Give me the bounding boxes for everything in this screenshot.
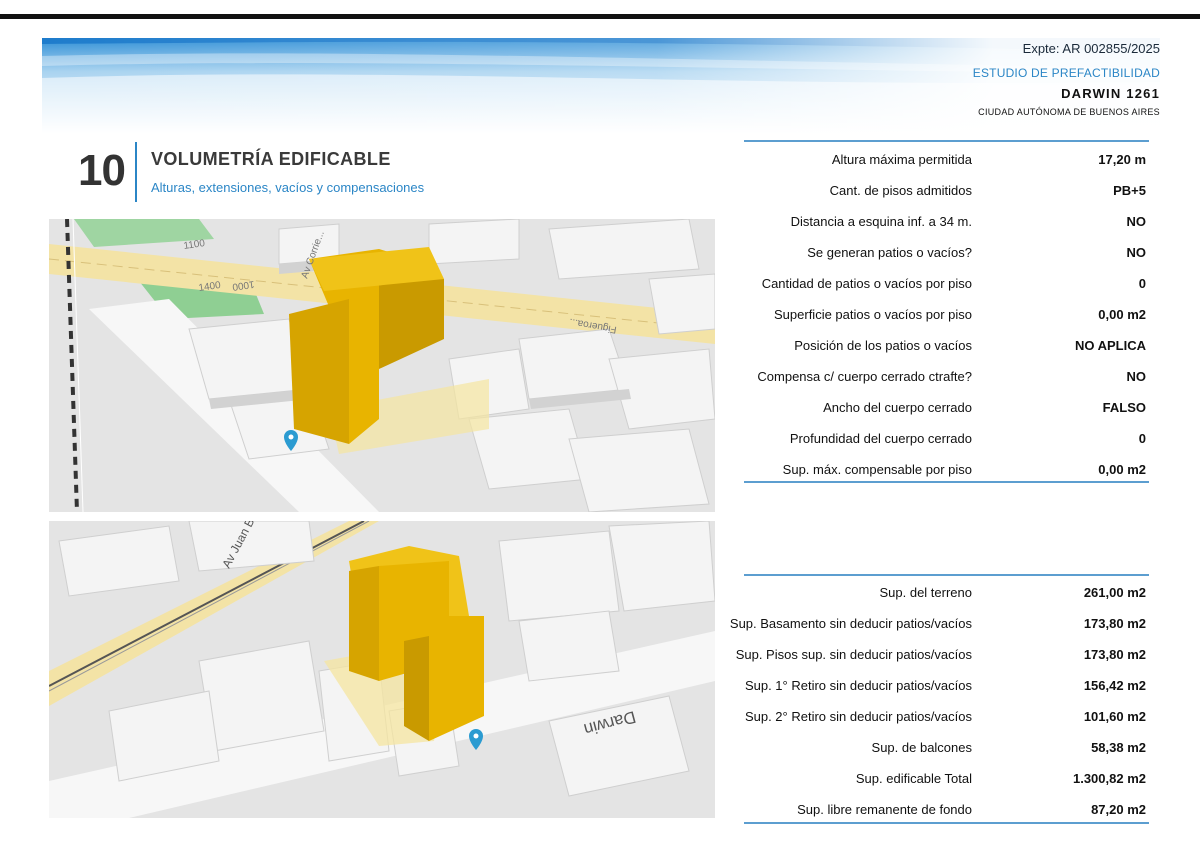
map-3d-view: Av Juan B Justo Darwin	[49, 521, 715, 818]
row-label: Sup. 1° Retiro sin deducir patios/vacíos	[744, 678, 972, 693]
expediente-number: Expte: AR 002855/2025	[1022, 41, 1160, 56]
row-label: Sup. edificable Total	[855, 771, 972, 786]
table-row: Profundidad del cuerpo cerrado 0	[744, 423, 1149, 454]
table-row: Sup. máx. compensable por piso 0,00 m2	[744, 454, 1149, 485]
table-row: Sup. edificable Total 1.300,82 m2	[744, 762, 1149, 793]
table-row: Cantidad de patios o vacíos por piso 0	[744, 268, 1149, 299]
table-row: Distancia a esquina inf. a 34 m. NO	[744, 206, 1149, 237]
row-value: FALSO	[1102, 400, 1146, 415]
table-row: Sup. Pisos sup. sin deducir patios/vacío…	[736, 638, 1149, 669]
table-row: Altura máxima permitida 17,20 m	[744, 144, 1149, 175]
row-value: 17,20 m	[1098, 152, 1146, 167]
row-label: Sup. 2° Retiro sin deducir patios/vacíos	[744, 709, 972, 724]
row-label: Posición de los patios o vacíos	[794, 338, 972, 353]
row-label: Compensa c/ cuerpo cerrado ctrafte?	[757, 369, 972, 384]
volumetry-map-bottom: Av Juan B Justo Darwin	[49, 521, 715, 818]
row-value: NO	[1126, 369, 1147, 384]
table-row: Cant. de pisos admitidos PB+5	[744, 175, 1149, 206]
row-value: 173,80 m2	[1083, 647, 1146, 662]
table-row: Sup. 1° Retiro sin deducir patios/vacíos…	[744, 669, 1149, 700]
row-label: Distancia a esquina inf. a 34 m.	[790, 214, 972, 229]
table-row: Ancho del cuerpo cerrado FALSO	[744, 392, 1149, 423]
table-row: Sup. del terreno 261,00 m2	[744, 576, 1149, 607]
row-value: 1.300,82 m2	[1072, 771, 1146, 786]
row-value: 87,20 m2	[1091, 802, 1146, 817]
row-value: 0,00 m2	[1098, 462, 1146, 477]
row-label: Profundidad del cuerpo cerrado	[789, 431, 972, 446]
table-row: Posición de los patios o vacíos NO APLICA	[744, 330, 1149, 361]
table-row: Sup. Basamento sin deducir patios/vacíos…	[730, 607, 1149, 638]
section-title: VOLUMETRÍA EDIFICABLE	[151, 149, 391, 169]
row-value: PB+5	[1113, 183, 1146, 198]
row-label: Superficie patios o vacíos por piso	[774, 307, 972, 322]
volumetry-map-top: Av Corrie... 1100 1000 1400 Figueroa...	[49, 219, 715, 512]
row-value: 173,80 m2	[1083, 616, 1146, 631]
table-row: Superficie patios o vacíos por piso 0,00 …	[744, 299, 1149, 330]
row-value: 101,60 m2	[1083, 709, 1146, 724]
volumetry-parameters-table: Altura máxima permitida 17,20 m Cant. de …	[744, 140, 1149, 483]
table-row: Sup. libre remanente de fondo 87,20 m2	[744, 793, 1149, 824]
row-value: 0,00 m2	[1098, 307, 1146, 322]
header-banner	[42, 38, 1160, 134]
row-value: NO	[1126, 245, 1147, 260]
row-label: Sup. máx. compensable por piso	[782, 462, 972, 477]
row-value: 0	[1138, 431, 1146, 446]
table-row: Compensa c/ cuerpo cerrado ctrafte? NO	[744, 361, 1149, 392]
top-rule	[0, 14, 1200, 19]
row-label: Sup. libre remanente de fondo	[797, 802, 972, 817]
section-divider	[135, 142, 137, 202]
row-label: Sup. de balcones	[871, 740, 972, 755]
section-number: 10	[78, 146, 126, 195]
row-label: Sup. Basamento sin deducir patios/vacíos	[729, 616, 972, 631]
row-label: Altura máxima permitida	[831, 152, 972, 167]
row-value: NO APLICA	[1074, 338, 1146, 353]
surface-areas-table: Sup. del terreno 261,00 m2 Sup. Basamento…	[730, 574, 1149, 824]
row-label: Cantidad de patios o vacíos por piso	[761, 276, 972, 291]
row-value: 156,42 m2	[1083, 678, 1146, 693]
row-value: 58,38 m2	[1091, 740, 1146, 755]
row-label: Ancho del cuerpo cerrado	[823, 400, 972, 415]
row-label: Se generan patios o vacíos?	[807, 245, 972, 260]
row-label: Sup. Pisos sup. sin deducir patios/vacío…	[735, 647, 972, 662]
table-row: Sup. 2° Retiro sin deducir patios/vacíos…	[744, 700, 1149, 731]
wave-decoration	[42, 38, 1160, 134]
row-value: NO	[1126, 214, 1147, 229]
table-row: Sup. de balcones 58,38 m2	[744, 731, 1149, 762]
row-label: Sup. del terreno	[879, 585, 972, 600]
city-name: CIUDAD AUTÓNOMA DE BUENOS AIRES	[978, 107, 1160, 117]
row-value: 261,00 m2	[1083, 585, 1146, 600]
section-subtitle: Alturas, extensiones, vacíos y compensac…	[151, 180, 425, 195]
table-row: Se generan patios o vacíos? NO	[744, 237, 1149, 268]
property-address: DARWIN 1261	[1061, 86, 1160, 101]
row-label: Cant. de pisos admitidos	[829, 183, 972, 198]
row-value: 0	[1138, 276, 1146, 291]
study-type: ESTUDIO DE PREFACTIBILIDAD	[972, 66, 1160, 80]
map-3d-view: Av Corrie...110010001400Figueroa...	[49, 219, 715, 512]
